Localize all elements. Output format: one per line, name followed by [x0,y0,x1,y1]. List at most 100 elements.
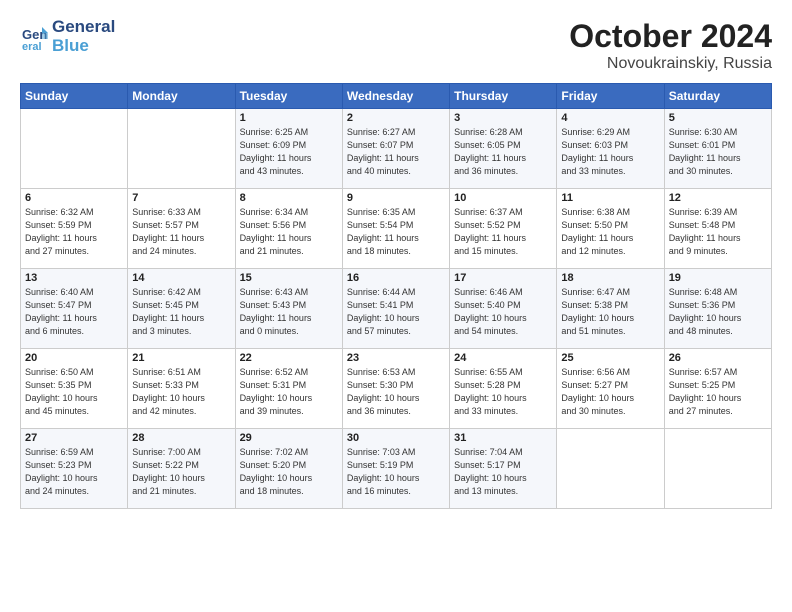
week-row-5: 27Sunrise: 6:59 AMSunset: 5:23 PMDayligh… [21,429,772,509]
day-number: 5 [669,112,767,124]
weekday-saturday: Saturday [664,84,771,109]
header: Gen eral General Blue October 2024 Novou… [20,18,772,73]
calendar-cell [664,429,771,509]
calendar-cell: 24 Sunrise: 6:55 AMSunset: 5:28 PMDayligh… [450,349,557,429]
weekday-wednesday: Wednesday [342,84,449,109]
calendar-cell: 26Sunrise: 6:57 AMSunset: 5:25 PMDayligh… [664,349,771,429]
calendar-cell: 20 Sunrise: 6:50 AMSunset: 5:35 PMDayligh… [21,349,128,429]
day-number: 4 [561,112,659,124]
day-detail: Sunrise: 6:56 AMSunset: 5:27 PMDaylight:… [561,366,659,418]
page: Gen eral General Blue October 2024 Novou… [0,0,792,612]
calendar-cell: 3Sunrise: 6:28 AMSunset: 6:05 PMDaylight… [450,109,557,189]
day-detail: Sunrise: 6:30 AMSunset: 6:01 PMDaylight:… [669,126,767,178]
calendar-cell: 6 Sunrise: 6:32 AMSunset: 5:59 PMDaylight… [21,189,128,269]
calendar-cell [557,429,664,509]
day-detail: Sunrise: 6:46 AMSunset: 5:40 PMDaylight:… [454,286,552,338]
weekday-friday: Friday [557,84,664,109]
day-detail: Sunrise: 6:48 AMSunset: 5:36 PMDaylight:… [669,286,767,338]
day-number: 27 [25,432,123,444]
calendar-cell: 5 Sunrise: 6:30 AMSunset: 6:01 PMDaylight… [664,109,771,189]
day-number: 2 [347,112,445,124]
day-detail: Sunrise: 6:25 AMSunset: 6:09 PMDaylight:… [240,126,338,178]
calendar-cell: 1 Sunrise: 6:25 AMSunset: 6:09 PMDaylight… [235,109,342,189]
day-detail: Sunrise: 6:50 AMSunset: 5:35 PMDaylight:… [25,366,123,418]
day-detail: Sunrise: 6:47 AMSunset: 5:38 PMDaylight:… [561,286,659,338]
day-number: 16 [347,272,445,284]
day-number: 17 [454,272,552,284]
calendar-cell: 29Sunrise: 7:02 AMSunset: 5:20 PMDayligh… [235,429,342,509]
week-row-4: 20 Sunrise: 6:50 AMSunset: 5:35 PMDayligh… [21,349,772,429]
day-number: 31 [454,432,552,444]
calendar-cell: 10Sunrise: 6:37 AMSunset: 5:52 PMDayligh… [450,189,557,269]
day-detail: Sunrise: 6:35 AMSunset: 5:54 PMDaylight:… [347,206,445,258]
calendar-cell: 21Sunrise: 6:51 AMSunset: 5:33 PMDayligh… [128,349,235,429]
weekday-thursday: Thursday [450,84,557,109]
calendar-cell: 11 Sunrise: 6:38 AMSunset: 5:50 PMDayligh… [557,189,664,269]
day-detail: Sunrise: 6:29 AMSunset: 6:03 PMDaylight:… [561,126,659,178]
day-number: 28 [132,432,230,444]
day-detail: Sunrise: 7:02 AMSunset: 5:20 PMDaylight:… [240,446,338,498]
day-number: 25 [561,352,659,364]
calendar-cell: 12 Sunrise: 6:39 AMSunset: 5:48 PMDayligh… [664,189,771,269]
day-detail: Sunrise: 6:33 AMSunset: 5:57 PMDaylight:… [132,206,230,258]
day-detail: Sunrise: 6:52 AMSunset: 5:31 PMDaylight:… [240,366,338,418]
calendar-cell: 14 Sunrise: 6:42 AMSunset: 5:45 PMDayligh… [128,269,235,349]
day-number: 23 [347,352,445,364]
day-number: 19 [669,272,767,284]
day-number: 24 [454,352,552,364]
calendar-cell: 25 Sunrise: 6:56 AMSunset: 5:27 PMDayligh… [557,349,664,429]
calendar-cell: 28 Sunrise: 7:00 AMSunset: 5:22 PMDayligh… [128,429,235,509]
weekday-tuesday: Tuesday [235,84,342,109]
calendar-cell: 30 Sunrise: 7:03 AMSunset: 5:19 PMDayligh… [342,429,449,509]
svg-text:eral: eral [22,41,42,51]
logo-icon: Gen eral [20,23,48,51]
calendar-cell: 22Sunrise: 6:52 AMSunset: 5:31 PMDayligh… [235,349,342,429]
day-number: 20 [25,352,123,364]
day-detail: Sunrise: 6:32 AMSunset: 5:59 PMDaylight:… [25,206,123,258]
calendar-cell: 9Sunrise: 6:35 AMSunset: 5:54 PMDaylight… [342,189,449,269]
day-detail: Sunrise: 7:04 AMSunset: 5:17 PMDaylight:… [454,446,552,498]
calendar-cell: 31 Sunrise: 7:04 AMSunset: 5:17 PMDayligh… [450,429,557,509]
day-detail: Sunrise: 6:43 AMSunset: 5:43 PMDaylight:… [240,286,338,338]
day-number: 14 [132,272,230,284]
logo-text: General Blue [52,18,115,55]
day-number: 7 [132,192,230,204]
day-number: 10 [454,192,552,204]
day-number: 1 [240,112,338,124]
day-number: 30 [347,432,445,444]
day-detail: Sunrise: 6:34 AMSunset: 5:56 PMDaylight:… [240,206,338,258]
day-number: 13 [25,272,123,284]
day-detail: Sunrise: 6:51 AMSunset: 5:33 PMDaylight:… [132,366,230,418]
weekday-sunday: Sunday [21,84,128,109]
weekday-monday: Monday [128,84,235,109]
day-detail: Sunrise: 6:42 AMSunset: 5:45 PMDaylight:… [132,286,230,338]
day-detail: Sunrise: 7:00 AMSunset: 5:22 PMDaylight:… [132,446,230,498]
month-title: October 2024 [569,18,772,55]
day-number: 18 [561,272,659,284]
week-row-2: 6 Sunrise: 6:32 AMSunset: 5:59 PMDaylight… [21,189,772,269]
logo: Gen eral General Blue [20,18,115,55]
calendar-table: SundayMondayTuesdayWednesdayThursdayFrid… [20,83,772,509]
day-number: 6 [25,192,123,204]
day-detail: Sunrise: 6:53 AMSunset: 5:30 PMDaylight:… [347,366,445,418]
day-detail: Sunrise: 6:38 AMSunset: 5:50 PMDaylight:… [561,206,659,258]
day-number: 11 [561,192,659,204]
day-detail: Sunrise: 6:55 AMSunset: 5:28 PMDaylight:… [454,366,552,418]
day-detail: Sunrise: 6:57 AMSunset: 5:25 PMDaylight:… [669,366,767,418]
day-detail: Sunrise: 6:44 AMSunset: 5:41 PMDaylight:… [347,286,445,338]
calendar-cell: 2Sunrise: 6:27 AMSunset: 6:07 PMDaylight… [342,109,449,189]
weekday-header-row: SundayMondayTuesdayWednesdayThursdayFrid… [21,84,772,109]
calendar-cell: 19 Sunrise: 6:48 AMSunset: 5:36 PMDayligh… [664,269,771,349]
calendar-cell: 8Sunrise: 6:34 AMSunset: 5:56 PMDaylight… [235,189,342,269]
day-number: 15 [240,272,338,284]
calendar-cell: 23 Sunrise: 6:53 AMSunset: 5:30 PMDayligh… [342,349,449,429]
calendar-cell: 16 Sunrise: 6:44 AMSunset: 5:41 PMDayligh… [342,269,449,349]
day-detail: Sunrise: 7:03 AMSunset: 5:19 PMDaylight:… [347,446,445,498]
calendar-cell: 15 Sunrise: 6:43 AMSunset: 5:43 PMDayligh… [235,269,342,349]
day-detail: Sunrise: 6:39 AMSunset: 5:48 PMDaylight:… [669,206,767,258]
day-detail: Sunrise: 6:28 AMSunset: 6:05 PMDaylight:… [454,126,552,178]
calendar-cell: 17 Sunrise: 6:46 AMSunset: 5:40 PMDayligh… [450,269,557,349]
day-number: 12 [669,192,767,204]
week-row-3: 13 Sunrise: 6:40 AMSunset: 5:47 PMDayligh… [21,269,772,349]
day-detail: Sunrise: 6:40 AMSunset: 5:47 PMDaylight:… [25,286,123,338]
